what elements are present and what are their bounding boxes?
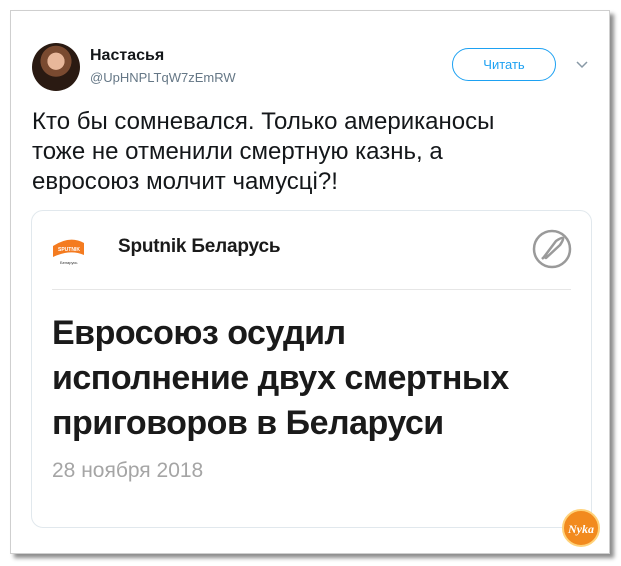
card-date: 28 ноября 2018 <box>52 459 204 482</box>
tweet-text: Кто бы сомневался. Только американосы то… <box>32 107 588 197</box>
card-headline-line: приговоров в Беларуси <box>52 404 444 442</box>
tweet-text-line: Кто бы сомневался. Только американосы <box>32 108 495 135</box>
card-source-name: Sputnik Беларусь <box>118 236 281 257</box>
card-headline-line: Евросоюз осудил <box>52 314 346 352</box>
sputnik-logo-icon: SPUTNIK Беларусь <box>52 233 86 267</box>
logo-subtext: Беларусь <box>60 260 78 265</box>
rocket-icon <box>530 227 574 271</box>
card-headline-line: исполнение двух смертных <box>52 359 509 397</box>
chevron-down-icon[interactable] <box>574 58 590 72</box>
tweet-text-line: евросоюз молчит чамусці?! <box>32 168 338 195</box>
user-handle[interactable]: @UpHNPLTqW7zEmRW <box>90 70 236 85</box>
card-divider <box>52 289 571 290</box>
card-headline[interactable]: Евросоюз осудил исполнение двух смертных… <box>52 311 582 446</box>
link-preview-card[interactable]: SPUTNIK Беларусь Sputnik Беларусь Евросо… <box>31 210 592 528</box>
avatar[interactable] <box>32 43 80 91</box>
tweet-text-line: тоже не отменили смертную казнь, а <box>32 138 443 165</box>
watermark-text: Nyka <box>567 522 594 536</box>
follow-button[interactable]: Читать <box>452 48 556 81</box>
logo-text: SPUTNIK <box>58 247 80 253</box>
nyka-watermark-logo: Nyka <box>561 508 601 548</box>
user-name[interactable]: Настасья <box>90 47 164 65</box>
